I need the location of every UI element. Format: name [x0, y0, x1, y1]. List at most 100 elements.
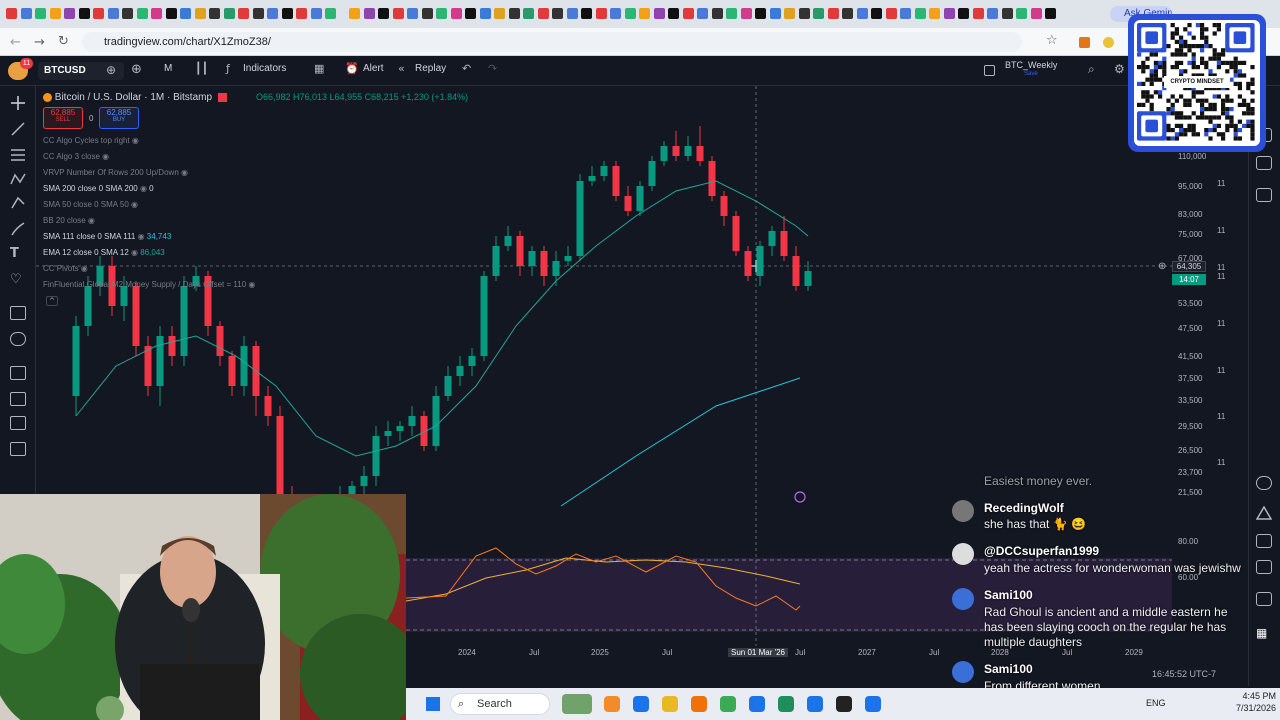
visibility-eye-icon[interactable]: ◉ — [129, 200, 138, 209]
taskbar-app-icon[interactable] — [865, 696, 881, 712]
browser-tab-favicon-icon[interactable] — [523, 8, 534, 19]
replay-button[interactable]: Replay — [415, 63, 446, 74]
browser-tab-favicon-icon[interactable] — [296, 8, 307, 19]
browser-tab-favicon-icon[interactable] — [35, 8, 46, 19]
browser-tab-favicon-icon[interactable] — [726, 8, 737, 19]
layout-name[interactable]: BTC_Weekly — [1005, 60, 1057, 70]
browser-tab-favicon-icon[interactable] — [6, 8, 17, 19]
url-field[interactable]: tradingview.com/chart/X1ZmoZ38/ — [82, 32, 1022, 52]
browser-tab-favicon-icon[interactable] — [93, 8, 104, 19]
start-icon[interactable] — [426, 697, 440, 711]
alerts-icon[interactable] — [1256, 156, 1272, 170]
browser-tab-favicon-icon[interactable] — [64, 8, 75, 19]
forecast-icon[interactable] — [10, 196, 26, 210]
triangle-icon[interactable] — [1255, 505, 1273, 520]
browser-tab-favicon-icon[interactable] — [581, 8, 592, 19]
ruler-icon[interactable] — [10, 306, 26, 320]
browser-tab-favicon-icon[interactable] — [421, 8, 433, 19]
layout-save-label[interactable]: Save — [1024, 71, 1038, 77]
browser-tab-favicon-icon[interactable] — [378, 8, 389, 19]
target-icon[interactable] — [1256, 476, 1272, 490]
browser-tab-favicon-icon[interactable] — [107, 8, 119, 19]
browser-tab-favicon-icon[interactable] — [1001, 8, 1013, 19]
widgets-icon[interactable] — [562, 694, 592, 714]
search-icon[interactable]: ⌕ — [1088, 62, 1095, 77]
browser-tab-favicon-icon[interactable] — [180, 8, 191, 19]
zoom-icon[interactable] — [10, 332, 26, 346]
browser-tab-favicon-icon[interactable] — [624, 8, 636, 19]
taskbar-search[interactable]: Search — [450, 693, 550, 715]
browser-tab-favicon-icon[interactable] — [900, 8, 911, 19]
taskbar-app-icon[interactable] — [633, 696, 649, 712]
replay-icon[interactable]: « — [398, 62, 405, 75]
browser-tab-favicon-icon[interactable] — [682, 8, 694, 19]
browser-tab-favicon-icon[interactable] — [325, 8, 336, 19]
browser-tab-favicon-icon[interactable] — [740, 8, 752, 19]
templates-icon[interactable]: ▦ — [314, 62, 324, 75]
indicator-legend-row[interactable]: VRVP Number Of Rows 200 Up/Down ◉ — [43, 168, 188, 177]
browser-tab-favicon-icon[interactable] — [769, 8, 781, 19]
browser-tab-favicon-icon[interactable] — [209, 8, 220, 19]
browser-tab-favicon-icon[interactable] — [885, 8, 897, 19]
chat-icon[interactable] — [1256, 188, 1272, 202]
browser-tab-favicon-icon[interactable] — [871, 8, 882, 19]
browser-tab-favicon-icon[interactable] — [281, 8, 293, 19]
lock-icon[interactable] — [10, 392, 26, 406]
back-icon[interactable]: ← — [10, 35, 21, 50]
taskbar-app-icon[interactable] — [807, 696, 823, 712]
browser-tab-favicon-icon[interactable] — [349, 8, 360, 19]
browser-tab-favicon-icon[interactable] — [1030, 8, 1042, 19]
add-symbol-icon[interactable]: ⊕ — [131, 62, 142, 77]
collapse-legend-icon[interactable]: ^ — [46, 296, 58, 306]
indicators-button[interactable]: Indicators — [243, 63, 286, 74]
metamask-extension-icon[interactable] — [1079, 37, 1090, 48]
interval-button[interactable]: M — [164, 63, 172, 74]
browser-tab-favicon-icon[interactable] — [310, 8, 322, 19]
browser-tab-favicon-icon[interactable] — [20, 8, 32, 19]
sell-button[interactable]: 62,885 SELL — [43, 107, 83, 129]
browser-tab-favicon-icon[interactable] — [436, 8, 447, 19]
alert-button[interactable]: Alert — [363, 63, 384, 74]
browser-tab-favicon-icon[interactable] — [711, 8, 723, 19]
taskbar-app-icon[interactable] — [778, 696, 794, 712]
clock-date[interactable]: 7/31/2026 — [1196, 703, 1276, 713]
taskbar-app-icon[interactable] — [691, 696, 707, 712]
clock-time[interactable]: 4:45 PM — [1196, 691, 1276, 701]
browser-tab-favicon-icon[interactable] — [267, 8, 278, 19]
taskbar-app-icon[interactable] — [662, 696, 678, 712]
visibility-eye-icon[interactable]: ◉ — [135, 232, 146, 241]
browser-tab-favicon-icon[interactable] — [363, 8, 375, 19]
taskbar-app-icon[interactable] — [836, 696, 852, 712]
browser-tab-favicon-icon[interactable] — [595, 8, 607, 19]
browser-tab-favicon-icon[interactable] — [238, 8, 249, 19]
favorites-heart-icon[interactable]: ♡ — [10, 272, 26, 287]
trendline-icon[interactable] — [10, 122, 26, 136]
browser-tab-favicon-icon[interactable] — [465, 8, 476, 19]
browser-tab-favicon-icon[interactable] — [842, 8, 853, 19]
browser-tab-favicon-icon[interactable] — [537, 8, 549, 19]
flag-icon[interactable] — [217, 92, 227, 102]
visibility-eye-icon[interactable]: ◉ — [130, 136, 139, 145]
help-icon[interactable] — [1256, 592, 1272, 606]
indicator-legend-row[interactable]: CC Pivots ◉ — [43, 264, 88, 273]
fib-icon[interactable] — [10, 148, 26, 162]
indicator-legend-row[interactable]: EMA 12 close 0 SMA 12 ◉ 86,043 — [43, 248, 165, 257]
browser-tab-favicon-icon[interactable] — [252, 8, 264, 19]
indicators-icon[interactable]: ƒ — [226, 62, 230, 75]
browser-tab-favicon-icon[interactable] — [508, 8, 520, 19]
magnet-icon[interactable] — [10, 366, 26, 380]
add-price-line-icon[interactable]: ⊕ — [1158, 261, 1166, 272]
indicator-legend-row[interactable]: SMA 200 close 0 SMA 200 ◉ 0 — [43, 184, 154, 193]
browser-tab-favicon-icon[interactable] — [136, 8, 148, 19]
link-icon[interactable] — [10, 442, 26, 456]
indicator-legend-row[interactable]: CC Algo 3 close ◉ — [43, 152, 109, 161]
buy-button[interactable]: 62,885 BUY — [99, 107, 139, 129]
visibility-eye-icon[interactable]: ◉ — [246, 280, 255, 289]
browser-tab-favicon-icon[interactable] — [479, 8, 491, 19]
redo-icon[interactable]: ↷ — [488, 62, 497, 75]
visibility-eye-icon[interactable]: ◉ — [79, 264, 88, 273]
browser-tab-favicon-icon[interactable] — [653, 8, 665, 19]
undo-icon[interactable]: ↶ — [462, 62, 471, 75]
browser-tab-favicon-icon[interactable] — [450, 8, 462, 19]
browser-tab-favicon-icon[interactable] — [813, 8, 824, 19]
